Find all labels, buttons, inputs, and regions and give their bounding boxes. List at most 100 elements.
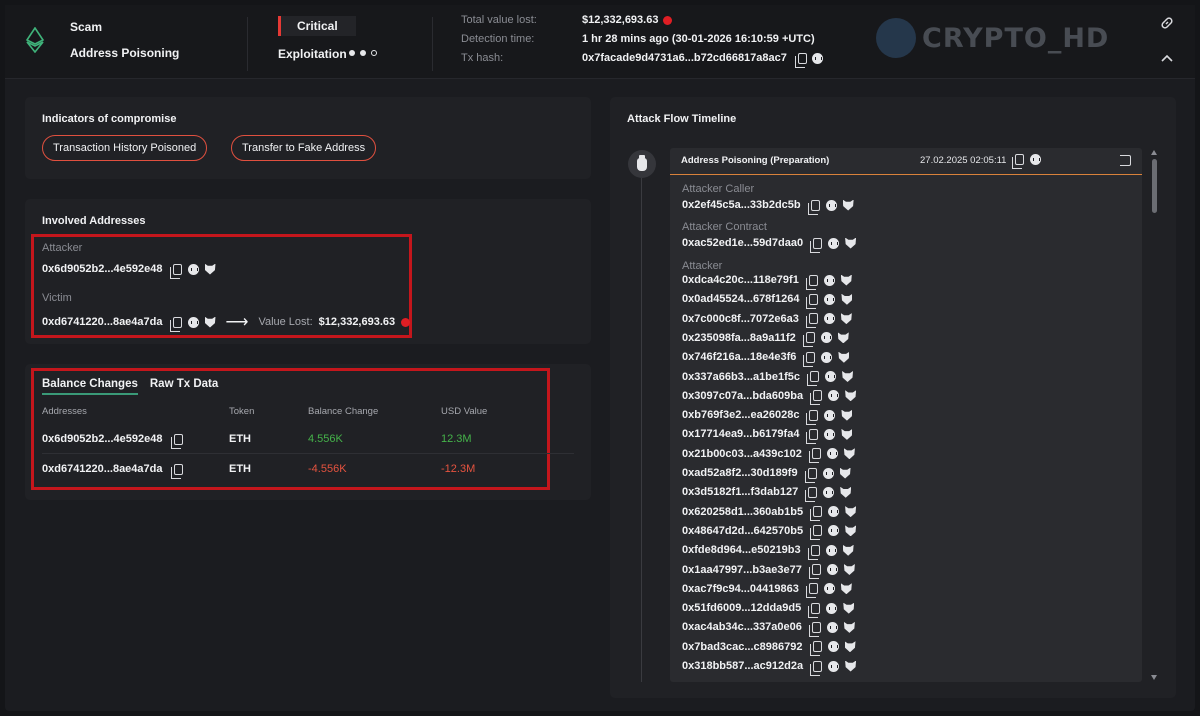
attacker-address[interactable]: 0x1aa47997...b3ae3e77 <box>682 564 802 576</box>
etherscan-icon[interactable] <box>826 564 838 575</box>
copy-icon[interactable] <box>804 467 817 483</box>
attacker-address[interactable]: 0x0ad45524...678f1264 <box>682 293 799 305</box>
copy-icon[interactable] <box>806 428 819 444</box>
attacker-address[interactable]: 0xfde8d964...e50219b3 <box>682 544 801 556</box>
etherscan-icon[interactable] <box>828 237 840 249</box>
etherscan-icon[interactable] <box>828 660 840 672</box>
attacker-address[interactable]: 0xad52a8f2...30d189f9 <box>682 467 798 479</box>
etherscan-icon[interactable] <box>826 602 838 614</box>
copy-icon[interactable] <box>170 463 183 479</box>
attacker-address[interactable]: 0x51fd6009...12dda9d5 <box>682 602 801 614</box>
tab-balance-changes[interactable]: Balance Changes <box>42 378 138 395</box>
copy-icon[interactable] <box>809 641 822 657</box>
copy-icon[interactable] <box>1012 154 1024 169</box>
metamask-icon[interactable] <box>843 621 855 633</box>
metamask-icon[interactable] <box>845 660 857 672</box>
ioc-tag[interactable]: Transfer to Fake Address <box>231 135 377 161</box>
tab-raw-tx-data[interactable]: Raw Tx Data <box>150 378 218 395</box>
scroll-down-icon[interactable] <box>1151 675 1157 680</box>
metamask-icon[interactable] <box>843 564 855 575</box>
metamask-icon[interactable] <box>204 316 216 328</box>
tx-hash-value[interactable]: 0x7facade9d4731a6...b72cd66817a8ac7 <box>582 52 787 64</box>
metamask-icon[interactable] <box>842 371 854 382</box>
etherscan-icon[interactable] <box>822 467 834 479</box>
copy-icon[interactable] <box>807 544 820 560</box>
copy-icon[interactable] <box>805 274 818 290</box>
attacker-address[interactable]: 0x3d5182f1...f3dab127 <box>682 486 798 498</box>
metamask-icon[interactable] <box>843 602 855 614</box>
metamask-icon[interactable] <box>842 544 854 556</box>
caller-address[interactable]: 0x2ef45c5a...33b2dc5b <box>682 199 801 211</box>
etherscan-icon[interactable] <box>821 351 833 363</box>
attacker-address[interactable]: 0x6d9052b2...4e592e48 <box>42 263 163 275</box>
row-address[interactable]: 0x6d9052b2...4e592e48 <box>42 433 163 445</box>
etherscan-icon[interactable] <box>826 621 838 633</box>
copy-icon[interactable] <box>810 390 823 406</box>
chevron-up-icon[interactable] <box>1161 54 1173 62</box>
etherscan-icon[interactable] <box>828 506 840 518</box>
metamask-icon[interactable] <box>843 448 855 460</box>
copy-icon[interactable] <box>170 433 183 449</box>
contract-address[interactable]: 0xac52ed1e...59d7daa0 <box>682 237 803 249</box>
metamask-icon[interactable] <box>841 428 853 440</box>
attacker-address[interactable]: 0x746f216a...18e4e3f6 <box>682 351 796 363</box>
attacker-address[interactable]: 0x21b00c03...a439c102 <box>682 448 802 460</box>
metamask-icon[interactable] <box>841 409 853 421</box>
attacker-address[interactable]: 0xac7f9c94...04419863 <box>682 583 799 595</box>
etherscan-icon[interactable] <box>823 486 835 498</box>
ioc-tag[interactable]: Transaction History Poisoned <box>42 135 208 161</box>
metamask-icon[interactable] <box>845 525 857 537</box>
scrollbar[interactable] <box>1150 150 1158 680</box>
copy-icon[interactable] <box>807 371 820 386</box>
attacker-address[interactable]: 0xb769f3e2...ea26028c <box>682 409 799 421</box>
metamask-icon[interactable] <box>840 313 852 325</box>
attacker-address[interactable]: 0x620258d1...360ab1b5 <box>682 506 803 518</box>
row-address[interactable]: 0xd6741220...8ae4a7da <box>42 463 163 475</box>
copy-icon[interactable] <box>807 199 820 215</box>
metamask-icon[interactable] <box>844 641 856 653</box>
etherscan-icon[interactable] <box>823 583 835 595</box>
attacker-address[interactable]: 0x337a66b3...a1be1f5c <box>682 371 800 383</box>
etherscan-icon[interactable] <box>825 199 837 211</box>
metamask-icon[interactable] <box>839 467 851 479</box>
attacker-address[interactable]: 0x48647d2d...642570b5 <box>682 525 803 537</box>
copy-icon[interactable] <box>808 448 821 464</box>
copy-icon[interactable] <box>808 621 821 637</box>
etherscan-icon[interactable] <box>828 390 840 402</box>
copy-icon[interactable] <box>810 237 823 253</box>
metamask-icon[interactable] <box>845 237 857 249</box>
etherscan-icon[interactable] <box>187 263 199 275</box>
copy-icon[interactable] <box>802 332 815 348</box>
copy-icon[interactable] <box>808 564 821 579</box>
etherscan-icon[interactable] <box>824 428 836 440</box>
etherscan-icon[interactable] <box>825 371 837 382</box>
metamask-icon[interactable] <box>841 293 853 305</box>
etherscan-icon[interactable] <box>824 409 836 421</box>
etherscan-icon[interactable] <box>823 274 835 286</box>
metamask-icon[interactable] <box>204 263 216 275</box>
attacker-address[interactable]: 0x235098fa...8a9a11f2 <box>682 332 796 344</box>
etherscan-icon[interactable] <box>820 332 832 344</box>
metamask-icon[interactable] <box>837 332 849 344</box>
metamask-icon[interactable] <box>840 583 852 595</box>
copy-icon[interactable] <box>169 316 182 332</box>
metamask-icon[interactable] <box>845 506 857 518</box>
etherscan-icon[interactable] <box>826 448 838 460</box>
victim-address[interactable]: 0xd6741220...8ae4a7da <box>42 316 163 328</box>
metamask-icon[interactable] <box>845 390 857 402</box>
copy-icon[interactable] <box>806 409 819 425</box>
attacker-address[interactable]: 0x17714ea9...b6179fa4 <box>682 428 799 440</box>
etherscan-icon[interactable] <box>827 641 839 653</box>
metamask-icon[interactable] <box>842 199 854 211</box>
copy-icon[interactable] <box>794 52 807 68</box>
etherscan-icon[interactable] <box>824 293 836 305</box>
scroll-thumb[interactable] <box>1151 159 1157 213</box>
etherscan-icon[interactable] <box>187 316 199 328</box>
attacker-address[interactable]: 0x7bad3cac...c8986792 <box>682 641 803 653</box>
copy-icon[interactable] <box>805 486 818 502</box>
metamask-icon[interactable] <box>840 274 852 286</box>
copy-icon[interactable] <box>803 351 816 367</box>
etherscan-icon[interactable] <box>823 313 835 325</box>
copy-icon[interactable] <box>808 602 821 618</box>
copy-icon[interactable] <box>806 293 819 309</box>
